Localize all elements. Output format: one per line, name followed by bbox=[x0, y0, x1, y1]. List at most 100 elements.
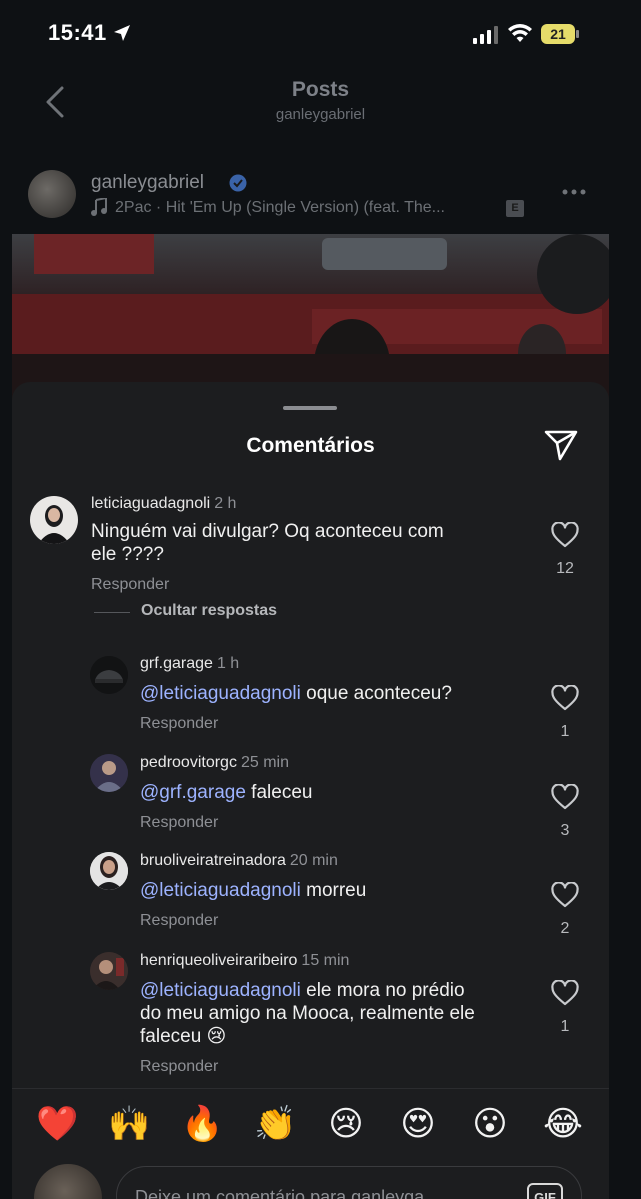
emoji-crying-face[interactable]: 😢 bbox=[326, 1104, 366, 1144]
reply-text-line: do meu amigo na Mooca, realmente ele bbox=[140, 1003, 475, 1024]
comment-time: 2 h bbox=[214, 495, 237, 512]
comment-text-line: ele ???? bbox=[91, 544, 164, 565]
more-options-icon[interactable] bbox=[561, 188, 587, 196]
post-header: ganleygabriel 2Pac · Hit 'Em Up (Single … bbox=[0, 160, 641, 232]
verified-badge-icon bbox=[229, 174, 247, 192]
comment-composer: Deixe um comentário para ganleyga... GIF bbox=[12, 1162, 609, 1199]
status-time: 15:41 bbox=[48, 20, 107, 45]
reply-username-text[interactable]: bruoliveiratreinadora bbox=[140, 852, 286, 869]
reply-time: 1 h bbox=[216, 655, 240, 672]
nav-header: Posts ganleygabriel bbox=[0, 66, 641, 156]
comment: leticiaguadagnoli 2 h Ninguém vai divulga… bbox=[12, 492, 609, 602]
reply-avatar[interactable] bbox=[90, 952, 128, 990]
reply-username-text[interactable]: henriqueoliveiraribeiro bbox=[140, 952, 297, 969]
reply-time: 25 min bbox=[240, 754, 289, 771]
page-subtitle: ganleygabriel bbox=[275, 106, 366, 123]
reply-text: @leticiaguadagnoli oque aconteceu? bbox=[140, 682, 520, 705]
reply-comment: pedroovitorgc 25 min @grf.garage faleceu … bbox=[12, 752, 609, 847]
mention-link[interactable]: @grf.garage bbox=[140, 782, 246, 803]
avatar-car-graphic bbox=[90, 656, 128, 694]
reply-text-body: ele mora no prédio bbox=[300, 980, 465, 1001]
reply-username-text[interactable]: grf.garage bbox=[140, 655, 213, 672]
reply-button[interactable]: Responder bbox=[140, 912, 218, 930]
hide-replies-line bbox=[94, 612, 130, 613]
comment-avatar[interactable] bbox=[30, 496, 78, 544]
comment-text: Ninguém vai divulgar? Oq aconteceu com e… bbox=[91, 520, 511, 566]
post-song-label[interactable]: 2Pac · Hit 'Em Up (Single Version) (feat… bbox=[115, 199, 445, 217]
emoji-fire[interactable]: 🔥 bbox=[181, 1104, 223, 1144]
reply-comment: bruoliveiratreinadora 20 min @leticiaguad… bbox=[12, 850, 609, 945]
gif-button[interactable]: GIF bbox=[527, 1183, 563, 1199]
reply-text-body: oque aconteceu? bbox=[300, 683, 452, 704]
mention-link[interactable]: @leticiaguadagnoli bbox=[140, 880, 301, 901]
wifi-icon bbox=[508, 24, 532, 42]
location-arrow-icon bbox=[114, 25, 130, 41]
reply-button[interactable]: Responder bbox=[140, 715, 218, 733]
post-author-avatar[interactable] bbox=[28, 170, 76, 218]
reply-text-line: @leticiaguadagnoli ele mora no prédio bbox=[140, 979, 520, 1002]
avatar-person-graphic bbox=[30, 496, 78, 544]
comment-input[interactable]: Deixe um comentário para ganleyga... GIF bbox=[116, 1166, 582, 1199]
like-count: 1 bbox=[560, 723, 570, 740]
emoji-red-heart[interactable]: ❤️ bbox=[36, 1104, 78, 1144]
reply-text: @leticiaguadagnoli ele mora no prédio do… bbox=[140, 979, 520, 1048]
emoji-raised-hands[interactable]: 🙌 bbox=[108, 1104, 150, 1144]
comment-username-text[interactable]: leticiaguadagnoli bbox=[91, 495, 210, 512]
reply-text: @grf.garage faleceu bbox=[140, 781, 520, 804]
emoji-divider bbox=[12, 1088, 609, 1089]
emoji-surprised-face[interactable]: 😮 bbox=[470, 1104, 510, 1144]
like-heart-icon[interactable] bbox=[551, 784, 579, 810]
comment-username[interactable]: leticiaguadagnoli 2 h bbox=[91, 495, 236, 513]
avatar-person-graphic bbox=[90, 852, 128, 890]
like-count: 1 bbox=[560, 1018, 570, 1035]
like-count: 12 bbox=[556, 560, 574, 577]
post-image[interactable] bbox=[12, 234, 609, 404]
cellular-signal-icon bbox=[473, 26, 498, 44]
reply-text-body: morreu bbox=[300, 880, 367, 901]
battery-cap bbox=[576, 30, 579, 38]
post-author-username[interactable]: ganleygabriel bbox=[91, 172, 204, 194]
reply-username[interactable]: henriqueoliveiraribeiro 15 min bbox=[140, 952, 349, 970]
reply-username-text[interactable]: pedroovitorgc bbox=[140, 754, 237, 771]
comments-sheet: Comentários leticiaguadagnoli 2 h Ninguém… bbox=[12, 382, 609, 1199]
comment-input-placeholder: Deixe um comentário para ganleyga... bbox=[135, 1187, 440, 1199]
current-user-avatar bbox=[34, 1164, 102, 1199]
like-heart-icon[interactable] bbox=[551, 882, 579, 908]
reply-button[interactable]: Responder bbox=[140, 1058, 218, 1076]
reply-comment: grf.garage 1 h @leticiaguadagnoli oque ac… bbox=[12, 652, 609, 747]
emoji-heart-eyes[interactable]: 😍 bbox=[398, 1104, 438, 1144]
reply-avatar[interactable] bbox=[90, 852, 128, 890]
emoji-clapping-hands[interactable]: 👏 bbox=[254, 1104, 296, 1144]
emoji-tears-of-joy[interactable]: 😂 bbox=[543, 1104, 583, 1144]
battery-level: 21 bbox=[550, 26, 566, 42]
reply-text-line: faleceu 😢 bbox=[140, 1026, 227, 1047]
reply-username[interactable]: bruoliveiratreinadora 20 min bbox=[140, 852, 338, 870]
reply-text-body: faleceu bbox=[245, 782, 313, 803]
like-heart-icon[interactable] bbox=[551, 685, 579, 711]
reply-username[interactable]: pedroovitorgc 25 min bbox=[140, 754, 289, 772]
reply-button[interactable]: Responder bbox=[91, 576, 169, 594]
reply-time: 15 min bbox=[301, 952, 350, 969]
hide-replies-label[interactable]: Ocultar respostas bbox=[141, 602, 277, 620]
like-count: 2 bbox=[560, 920, 570, 937]
status-bar: 15:41 21 bbox=[0, 0, 641, 66]
avatar-person-graphic bbox=[90, 754, 128, 792]
reply-username[interactable]: grf.garage 1 h bbox=[140, 655, 239, 673]
like-heart-icon[interactable] bbox=[551, 980, 579, 1006]
mention-link[interactable]: @leticiaguadagnoli bbox=[140, 683, 301, 704]
reply-text: @leticiaguadagnoli morreu bbox=[140, 879, 520, 902]
reply-avatar[interactable] bbox=[90, 754, 128, 792]
reply-avatar[interactable] bbox=[90, 656, 128, 694]
reply-time: 20 min bbox=[289, 852, 338, 869]
mention-link[interactable]: @leticiaguadagnoli bbox=[140, 980, 301, 1001]
reply-button[interactable]: Responder bbox=[140, 814, 218, 832]
battery-indicator: 21 bbox=[541, 24, 579, 44]
reply-comment: henriqueoliveiraribeiro 15 min @leticiagu… bbox=[12, 950, 609, 1080]
post-photo-graphic bbox=[12, 234, 609, 404]
sheet-grabber[interactable] bbox=[283, 406, 337, 410]
like-heart-icon[interactable] bbox=[551, 522, 579, 548]
sheet-title: Comentários bbox=[246, 434, 375, 457]
share-send-icon[interactable] bbox=[543, 428, 579, 462]
explicit-badge: E bbox=[506, 200, 524, 217]
like-count: 3 bbox=[560, 822, 570, 839]
